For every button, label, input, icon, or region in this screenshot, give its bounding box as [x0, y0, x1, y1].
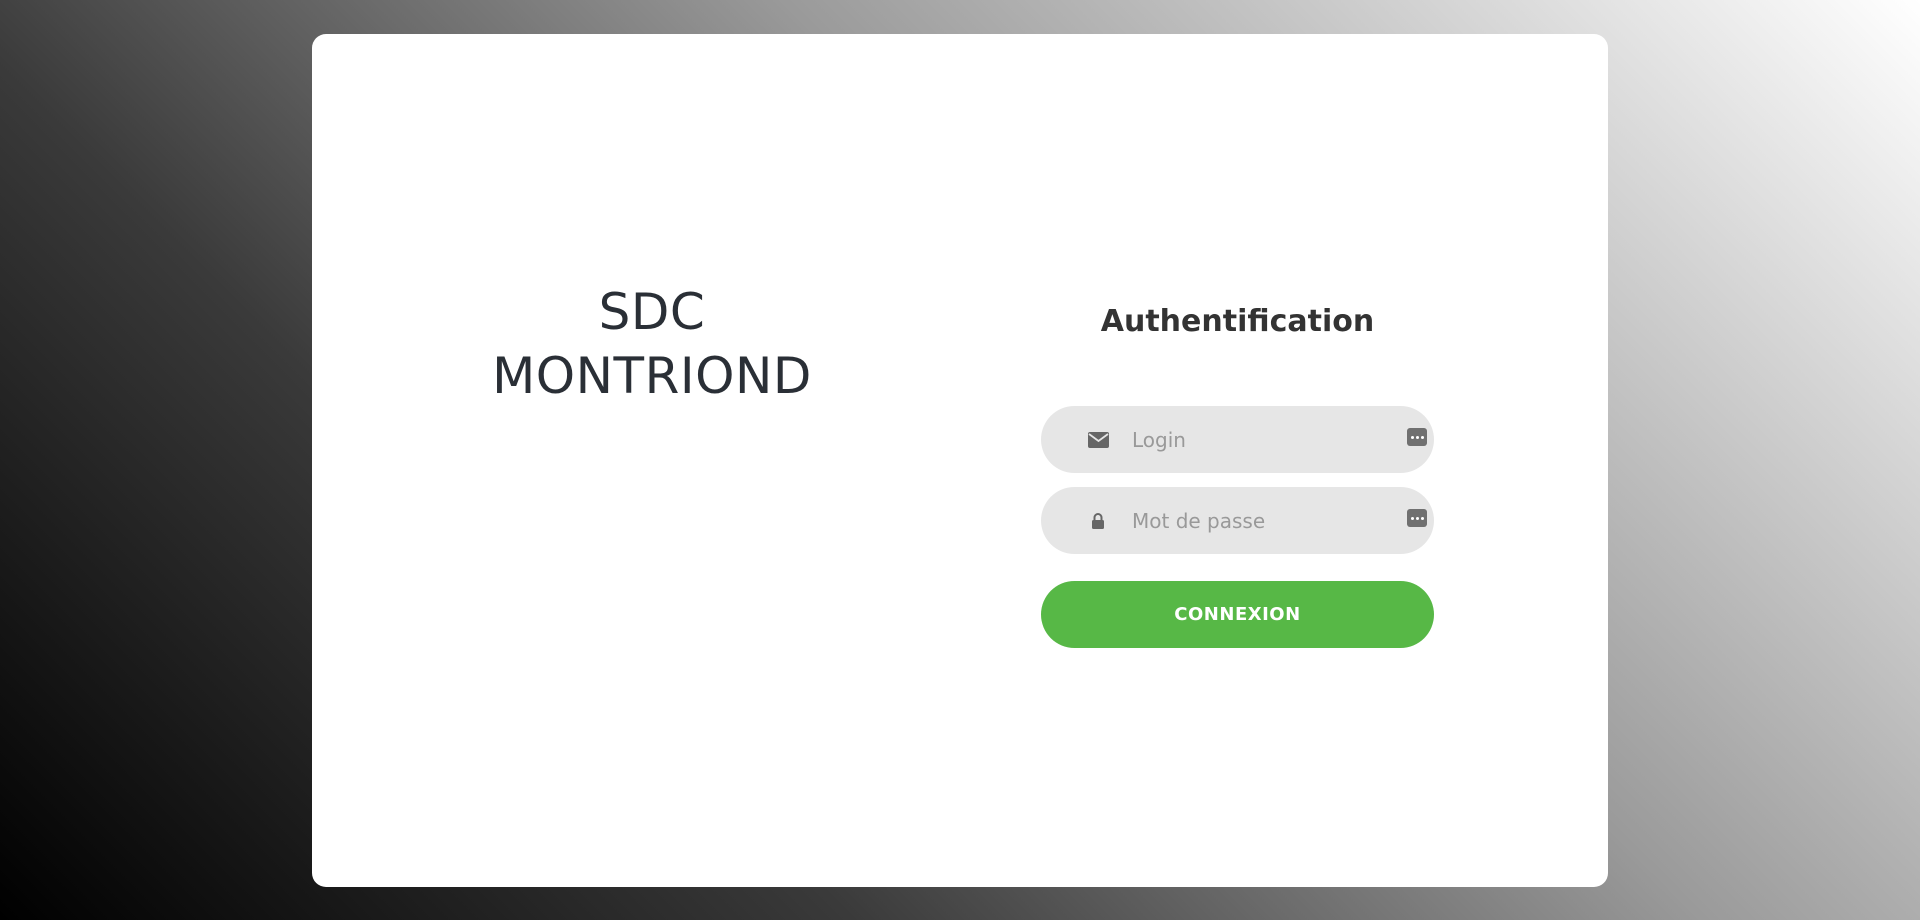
password-manager-icon[interactable] — [1407, 509, 1427, 527]
brand-line-2: MONTRIOND — [492, 347, 812, 405]
envelope-icon — [1087, 430, 1109, 450]
brand-title: SDC MONTRIOND — [452, 280, 852, 408]
form-title: Authentification — [1100, 304, 1375, 339]
password-field[interactable] — [1041, 487, 1434, 554]
login-form: Authentification CONNEXION — [1041, 266, 1434, 648]
login-input[interactable] — [1132, 406, 1382, 473]
lock-icon — [1087, 511, 1109, 531]
password-manager-icon[interactable] — [1407, 428, 1427, 446]
password-input[interactable] — [1132, 487, 1382, 554]
connexion-button[interactable]: CONNEXION — [1041, 581, 1434, 648]
login-card: SDC MONTRIOND Authentification Login CON… — [312, 34, 1608, 887]
brand-line-1: SDC — [598, 283, 706, 341]
login-field[interactable] — [1041, 406, 1434, 473]
